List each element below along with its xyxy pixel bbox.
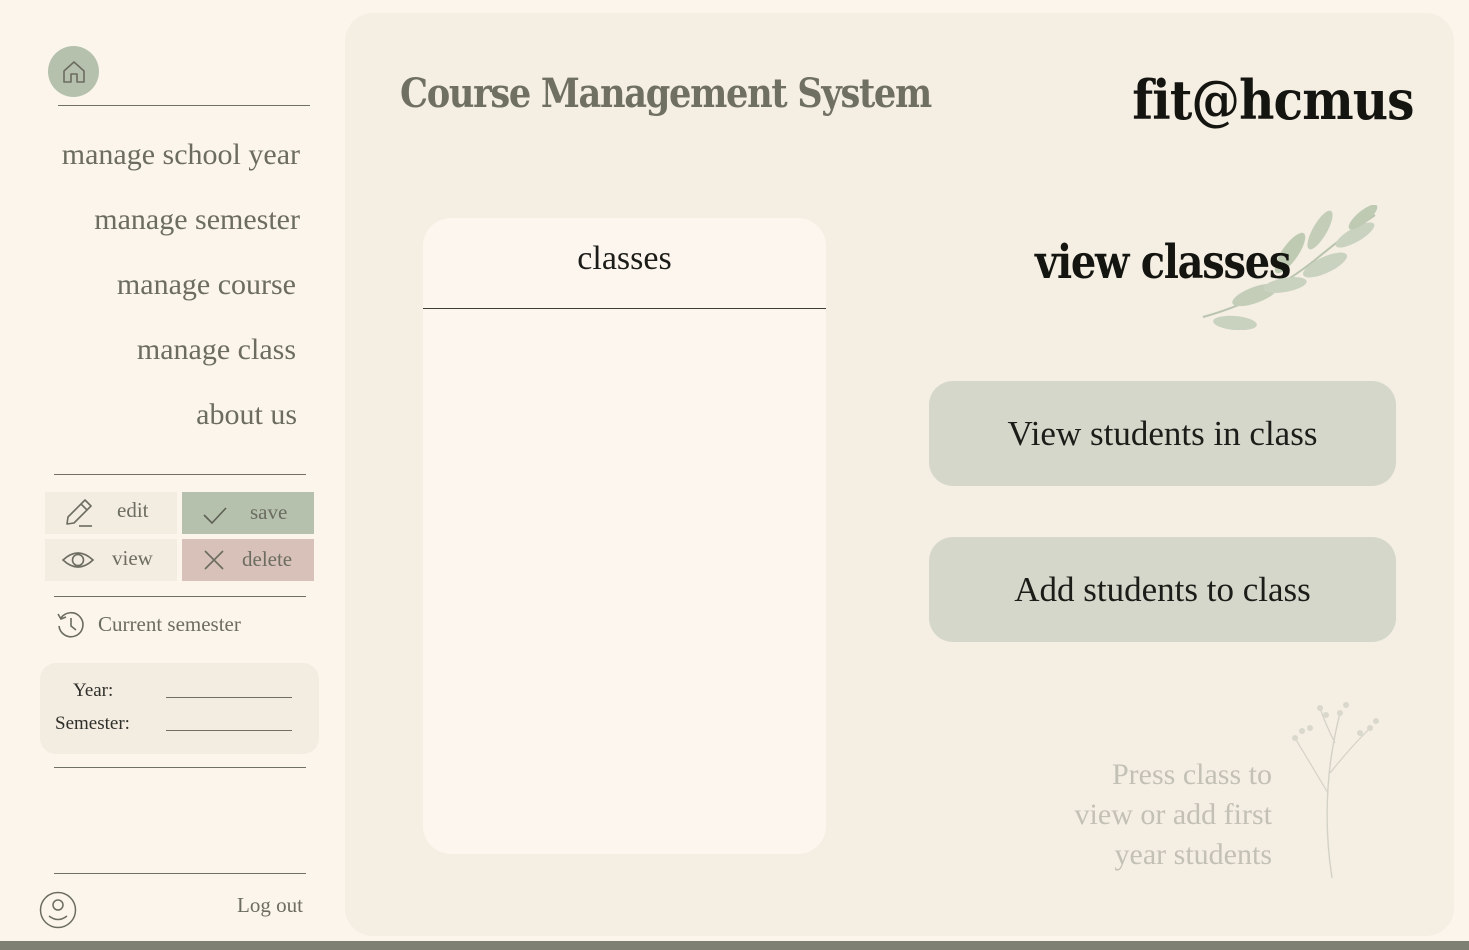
hint-line: view or add first xyxy=(1074,798,1272,831)
nav-manage-school-year[interactable]: manage school year xyxy=(62,138,300,172)
app-title: Course Management System xyxy=(400,70,932,117)
user-avatar-button[interactable] xyxy=(39,891,77,929)
x-icon xyxy=(204,550,224,570)
classes-panel-title: classes xyxy=(577,240,672,277)
classes-list[interactable] xyxy=(423,309,826,849)
semester-info-card: Year: Semester: xyxy=(40,663,319,754)
eye-icon xyxy=(61,552,95,568)
sidebar-divider xyxy=(54,474,306,475)
edit-button[interactable]: edit xyxy=(45,492,177,534)
brand-logo: fit@hcmus xyxy=(1132,68,1415,132)
flower-decoration-icon xyxy=(1292,702,1379,879)
hint-text: Press class to view or add first year st… xyxy=(952,755,1272,875)
view-button[interactable]: view xyxy=(45,539,177,581)
view-classes-heading: view classes xyxy=(1035,235,1291,290)
view-students-button[interactable]: View students in class xyxy=(929,381,1396,486)
delete-button[interactable]: delete xyxy=(182,539,314,581)
year-underline xyxy=(166,697,292,698)
pencil-icon xyxy=(66,499,92,527)
classes-panel: classes xyxy=(423,218,826,854)
hint-line: Press class to xyxy=(1112,758,1272,791)
semester-label: Semester: xyxy=(55,713,130,734)
sidebar-divider xyxy=(54,596,306,597)
nav-manage-course[interactable]: manage course xyxy=(117,268,296,302)
nav-manage-semester[interactable]: manage semester xyxy=(94,203,300,237)
current-semester-label: Current semester xyxy=(55,608,315,642)
history-icon xyxy=(57,611,84,638)
home-button[interactable] xyxy=(48,46,99,97)
edit-label: edit xyxy=(117,498,149,522)
sidebar-divider xyxy=(58,105,310,106)
sidebar-divider xyxy=(54,767,306,768)
add-students-button[interactable]: Add students to class xyxy=(929,537,1396,642)
delete-label: delete xyxy=(242,547,293,571)
view-label: view xyxy=(112,546,153,570)
sidebar-divider xyxy=(54,873,306,874)
hint-line: year students xyxy=(1114,838,1272,871)
check-icon xyxy=(203,507,227,525)
nav-about-us[interactable]: about us xyxy=(196,398,297,432)
semester-underline xyxy=(166,730,292,731)
user-icon xyxy=(39,891,77,929)
nav-manage-class[interactable]: manage class xyxy=(137,333,296,367)
save-button[interactable]: save xyxy=(182,492,314,534)
bottom-bar xyxy=(0,941,1469,950)
main-panel: Course Management System fit@hcmus class… xyxy=(345,13,1454,936)
logout-link[interactable]: Log out xyxy=(237,893,303,918)
year-label: Year: xyxy=(73,680,114,701)
home-icon xyxy=(62,60,85,83)
save-label: save xyxy=(250,500,288,524)
